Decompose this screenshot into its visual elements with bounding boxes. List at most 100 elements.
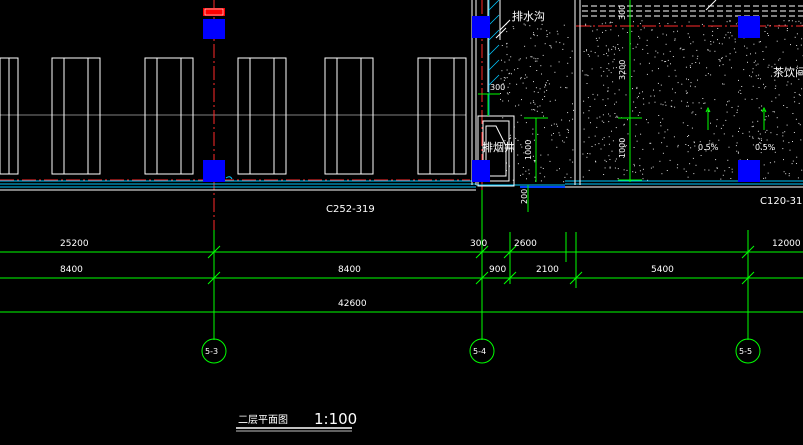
hatch-dot — [636, 97, 638, 99]
hatch-dot — [650, 95, 652, 97]
hatch-dot — [744, 45, 745, 47]
hatch-dot — [703, 102, 705, 104]
hatch-dot — [796, 163, 797, 164]
hatch-dot — [594, 52, 596, 54]
hatch-dot — [637, 114, 639, 116]
hatch-dot — [793, 132, 795, 133]
hatch-dot — [603, 174, 605, 175]
hatch-dot — [664, 101, 666, 103]
hatch-dot — [753, 43, 755, 45]
hatch-dot — [696, 58, 698, 60]
hatch-dot — [633, 21, 634, 23]
hatch-dot — [686, 92, 688, 94]
hatch-dot — [510, 137, 512, 139]
hatch-dot — [602, 99, 604, 101]
hatch-dot — [639, 23, 641, 25]
hatch-dot — [611, 48, 613, 50]
hatch-dot — [614, 160, 616, 162]
hatch-dot — [622, 47, 624, 49]
hatch-dot — [556, 123, 558, 125]
hatch-dot — [616, 115, 618, 117]
hatch-dot — [589, 153, 591, 155]
hatch-dot — [735, 51, 737, 53]
hatch-dot — [688, 21, 690, 23]
hatch-dot — [660, 103, 662, 105]
hatch-dot — [799, 124, 801, 126]
hatch-dot — [637, 43, 639, 45]
hatch-dot — [713, 133, 715, 135]
hatch-dot — [569, 57, 571, 59]
dim-row1-2600: 2600 — [514, 239, 537, 249]
hatch-dot — [603, 137, 605, 139]
hatch-dot — [536, 70, 538, 71]
grid-label-5-3: 5-3 — [205, 347, 218, 356]
hatch-dot — [736, 150, 738, 152]
hatch-dot — [677, 164, 679, 166]
hatch-dot — [701, 23, 703, 25]
hatch-dot — [566, 136, 568, 138]
hatch-dot — [771, 75, 772, 77]
hatch-dot — [734, 38, 736, 40]
hatch-dot — [626, 32, 628, 33]
hatch-dot — [544, 96, 546, 97]
hatch-dot — [652, 148, 654, 150]
hatch-dot — [639, 37, 641, 39]
hatch-dot — [642, 91, 643, 93]
hatch-dot — [539, 105, 541, 107]
hatch-dot — [769, 162, 771, 164]
hatch-dot — [669, 50, 671, 52]
hatch-dot — [752, 121, 754, 123]
hatch-dot — [726, 21, 728, 23]
hatch-dot — [520, 174, 521, 176]
hatch-dot — [752, 85, 754, 87]
hatch-dot — [533, 91, 535, 93]
hatch-dot — [588, 136, 590, 138]
hatch-dot — [794, 101, 796, 103]
hatch-dot — [602, 114, 604, 116]
hatch-dot — [692, 55, 694, 57]
hatch-dot — [586, 83, 588, 84]
hatch-dot — [765, 26, 767, 28]
hatch-dot — [532, 155, 534, 157]
hatch-dot — [583, 100, 585, 102]
hatch-dot — [622, 28, 624, 30]
hatch-dot — [723, 37, 725, 39]
hatch-dot — [658, 22, 660, 24]
hatch-dot — [764, 119, 766, 121]
hatch-dot — [771, 100, 773, 102]
hatch-dot — [607, 55, 609, 57]
hatch-dot — [610, 21, 612, 23]
hatch-dot — [529, 25, 531, 27]
hatch-dot — [586, 156, 588, 158]
hatch-dot — [774, 88, 776, 89]
hatch-dot — [660, 84, 662, 86]
hatch-dot — [721, 57, 723, 59]
hatch-dot — [672, 56, 674, 57]
column — [203, 19, 225, 39]
hatch-dot — [704, 39, 706, 41]
hatch-dot — [548, 83, 550, 85]
hatch-dot — [533, 139, 535, 141]
hatch-dot — [597, 55, 599, 57]
hatch-dot — [674, 69, 676, 71]
hatch-dot — [603, 84, 605, 86]
hatch-dot — [791, 20, 793, 22]
window-tag-right: C120-319 — [760, 196, 803, 207]
hatch-dot — [683, 168, 685, 170]
column — [203, 160, 225, 182]
hatch-dot — [615, 127, 617, 129]
hatch-dot — [736, 112, 738, 113]
hatch-dot — [646, 73, 648, 75]
hatch-dot — [603, 144, 605, 146]
hatch-dot — [596, 126, 598, 128]
cad-drawing-canvas[interactable]: 排水沟 排烟井 茶饮间 C252-319 C120-319 0.5% 0.5% … — [0, 0, 803, 445]
hatch-dot — [733, 48, 735, 50]
hatch-dot — [662, 118, 664, 120]
hatch-dot — [722, 124, 724, 126]
hatch-dot — [768, 64, 770, 66]
hatch-dot — [546, 30, 548, 32]
hatch-dot — [728, 100, 730, 102]
hatch-dot — [667, 59, 669, 61]
hatch-dot — [560, 86, 562, 88]
hatch-dot — [692, 157, 694, 159]
